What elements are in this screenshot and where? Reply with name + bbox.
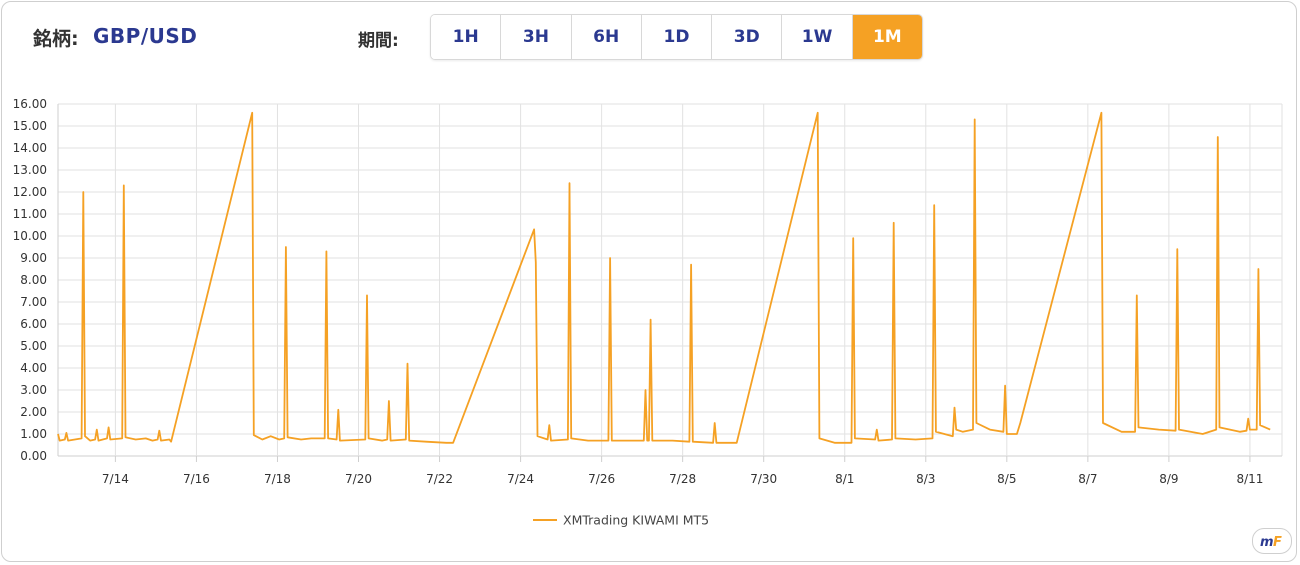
- y-tick-label: 3.00: [20, 383, 47, 397]
- x-tick-label: 7/22: [426, 472, 453, 486]
- x-tick-label: 7/26: [588, 472, 615, 486]
- x-tick-label: 8/5: [997, 472, 1016, 486]
- x-tick-label: 7/24: [507, 472, 534, 486]
- x-tick-label: 7/20: [345, 472, 372, 486]
- y-tick-label: 2.00: [20, 405, 47, 419]
- x-tick-label: 8/9: [1159, 472, 1178, 486]
- series-line: [57, 111, 1271, 444]
- y-tick-label: 12.00: [13, 185, 47, 199]
- y-tick-label: 10.00: [13, 229, 47, 243]
- x-tick-label: 7/30: [750, 472, 777, 486]
- x-tick-label: 7/14: [102, 472, 129, 486]
- y-tick-label: 7.00: [20, 295, 47, 309]
- y-tick-label: 13.00: [13, 163, 47, 177]
- y-tick-label: 15.00: [13, 119, 47, 133]
- svg-text:m: m: [1260, 535, 1274, 550]
- y-tick-label: 9.00: [20, 251, 47, 265]
- svg-text:F: F: [1273, 535, 1282, 550]
- y-tick-label: 1.00: [20, 427, 47, 441]
- x-tick-label: 8/7: [1078, 472, 1097, 486]
- y-tick-label: 16.00: [13, 97, 47, 111]
- y-axis: 0.00 1.00 2.00 3.00 4.00 5.00 6.00 7.00 8.00 9.00…: [13, 97, 47, 463]
- myforex-logo: m F: [1252, 528, 1292, 554]
- x-tick-label: 8/3: [916, 472, 935, 486]
- spread-line-chart: 0.00 1.00 2.00 3.00 4.00 5.00 6.00 7.00 8.00 9.00…: [13, 97, 1283, 528]
- x-tick-label: 7/18: [264, 472, 291, 486]
- x-tick-label: 7/16: [183, 472, 210, 486]
- x-tick-label: 8/1: [835, 472, 854, 486]
- x-tick-label: 7/28: [669, 472, 696, 486]
- x-axis: 7/14 7/16 7/18 7/20 7/22 7/24 7/26 7/28 7/30 8/1 8…: [102, 472, 1263, 486]
- series-layer: [57, 111, 1271, 444]
- y-tick-label: 11.00: [13, 207, 47, 221]
- y-tick-label: 4.00: [20, 361, 47, 375]
- legend: XMTrading KIWAMI MT5: [533, 513, 709, 528]
- y-tick-label: 14.00: [13, 141, 47, 155]
- legend-label: XMTrading KIWAMI MT5: [563, 513, 709, 528]
- y-tick-label: 0.00: [20, 449, 47, 463]
- y-tick-label: 5.00: [20, 339, 47, 353]
- x-tick-label: 8/11: [1236, 472, 1263, 486]
- y-tick-label: 8.00: [20, 273, 47, 287]
- y-tick-label: 6.00: [20, 317, 47, 331]
